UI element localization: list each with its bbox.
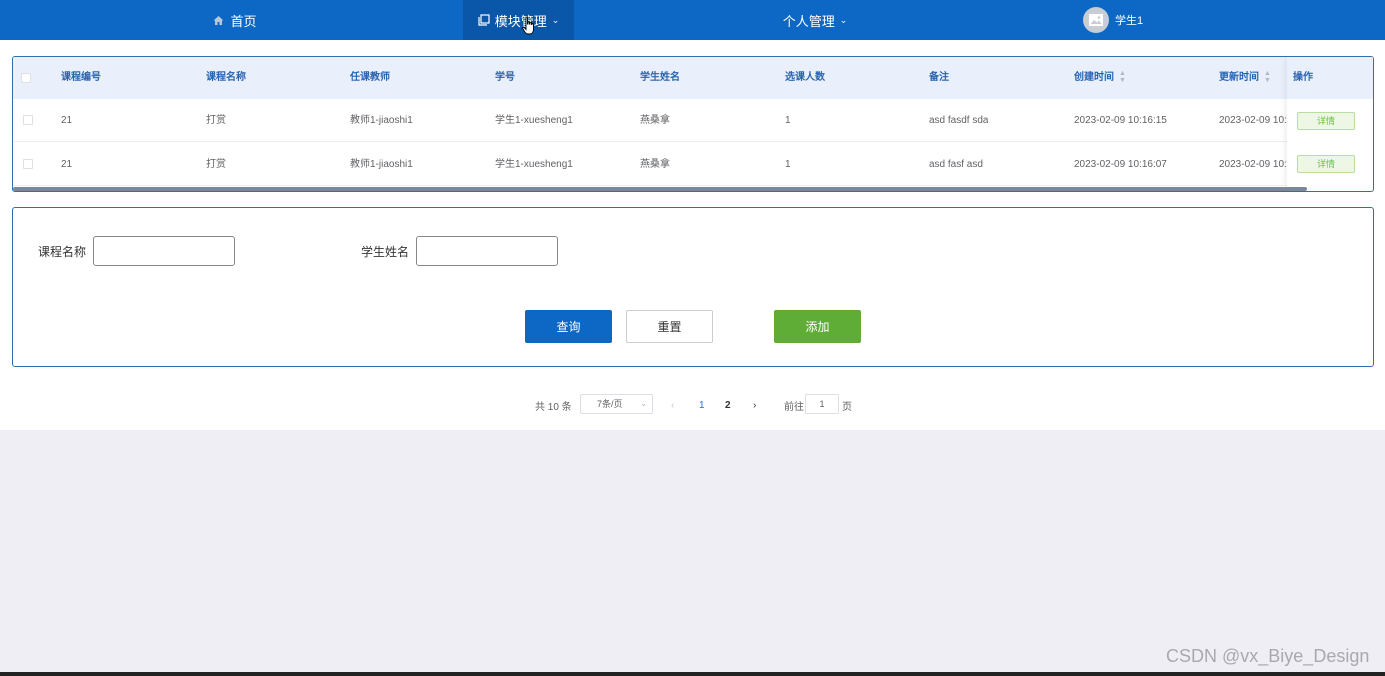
prev-page-icon[interactable]: ‹ [671, 395, 674, 415]
course-name-label: 课程名称 [38, 245, 87, 259]
sort-icon[interactable]: ▲ ▼ [1119, 70, 1126, 84]
header-actions: 操作 [1287, 57, 1373, 99]
student-name-label: 学生姓名 [361, 245, 410, 259]
cell-created: 2023-02-09 10:16:15 [1074, 115, 1167, 126]
home-icon [213, 15, 224, 26]
add-button[interactable]: 添加 [774, 310, 861, 343]
header-updated-time[interactable]: 更新时间 ▲ ▼ [1219, 57, 1271, 99]
header-course-name: 课程名称 [206, 72, 246, 83]
goto-page-input[interactable]: 1 [805, 394, 839, 414]
cell-count: 1 [785, 159, 791, 170]
course-name-input[interactable] [93, 236, 235, 266]
chevron-down-icon: ⌄ [640, 399, 647, 408]
bottom-border [0, 672, 1385, 676]
chevron-down-icon: ⌄ [839, 14, 848, 25]
goto-label: 前往 [784, 401, 804, 413]
detail-button[interactable]: 详情 [1297, 112, 1355, 130]
nav-home-label: 首页 [230, 13, 257, 29]
cell-student-name: 燕桑拿 [640, 115, 670, 126]
cell-student-no: 学生1-xuesheng1 [495, 159, 573, 170]
avatar [1083, 7, 1109, 33]
row-checkbox[interactable] [23, 115, 33, 125]
hand-cursor-icon [522, 16, 534, 35]
cell-student-no: 学生1-xuesheng1 [495, 115, 573, 126]
top-nav-bar: 首页 模块管理 ⌄ 个人管理 ⌄ 学生1 [0, 0, 1385, 40]
cell-updated: 2023-02-09 10: [1219, 115, 1287, 126]
student-name-input[interactable] [416, 236, 558, 266]
cell-remark: asd fasdf sda [929, 115, 989, 126]
row-checkbox[interactable] [23, 159, 33, 169]
cell-remark: asd fasf asd [929, 159, 983, 170]
fixed-actions-column: 操作 详情 详情 [1287, 57, 1373, 187]
detail-button[interactable]: 详情 [1297, 155, 1355, 173]
cell-count: 1 [785, 115, 791, 126]
cell-updated: 2023-02-09 10: [1219, 159, 1287, 170]
header-updated-label: 更新时间 [1219, 72, 1259, 83]
next-page-icon[interactable]: › [753, 395, 756, 415]
header-teacher: 任课教师 [350, 72, 390, 83]
header-remark: 备注 [929, 72, 949, 83]
cell-created: 2023-02-09 10:16:07 [1074, 159, 1167, 170]
user-name: 学生1 [1115, 15, 1144, 27]
nav-home[interactable]: 首页 [200, 0, 270, 40]
page-size-value: 7条/页 [597, 399, 623, 409]
page-number-2[interactable]: 2 [725, 395, 731, 415]
cell-course-id: 21 [61, 115, 73, 126]
header-course-id: 课程编号 [61, 72, 101, 83]
user-menu[interactable]: 学生1 [1083, 0, 1173, 40]
select-all-checkbox[interactable] [21, 73, 31, 83]
cell-student-name: 燕桑拿 [640, 159, 670, 170]
page-number-1[interactable]: 1 [699, 395, 705, 415]
sort-icon[interactable]: ▲ ▼ [1264, 70, 1271, 84]
cell-course-id: 21 [61, 159, 73, 170]
chevron-down-icon: ⌄ [551, 14, 560, 25]
table-row: 21 打赏 教师1-jiaoshi1 学生1-xuesheng1 燕桑拿 1 a… [13, 143, 1373, 186]
cell-teacher: 教师1-jiaoshi1 [350, 115, 413, 126]
image-placeholder-icon [1089, 14, 1103, 26]
header-count: 选课人数 [785, 72, 825, 83]
nav-personal-label: 个人管理 [782, 13, 835, 29]
cell-course-name: 打赏 [206, 115, 226, 126]
search-form [12, 207, 1374, 367]
horizontal-scrollbar[interactable] [13, 187, 1307, 191]
query-button[interactable]: 查询 [525, 310, 612, 343]
nav-module-label: 模块管理 [494, 13, 547, 29]
header-student-no: 学号 [495, 72, 515, 83]
header-created-time[interactable]: 创建时间 ▲ ▼ [1074, 57, 1126, 99]
course-selection-table: 课程编号 课程名称 任课教师 学号 学生姓名 选课人数 备注 创建时间 ▲ ▼ 更新… [12, 56, 1374, 192]
nav-module-management[interactable]: 模块管理 ⌄ [463, 0, 574, 40]
cell-teacher: 教师1-jiaoshi1 [350, 159, 413, 170]
header-created-label: 创建时间 [1074, 72, 1114, 83]
table-header: 课程编号 课程名称 任课教师 学号 学生姓名 选课人数 备注 创建时间 ▲ ▼ 更新… [13, 57, 1373, 99]
goto-unit: 页 [842, 401, 852, 413]
cell-course-name: 打赏 [206, 159, 226, 170]
table-row: 21 打赏 教师1-jiaoshi1 学生1-xuesheng1 燕桑拿 1 a… [13, 99, 1373, 142]
header-student-name: 学生姓名 [640, 72, 680, 83]
page-size-select[interactable]: 7条/页 ⌄ [580, 394, 653, 414]
pagination-total: 共 10 条 [535, 401, 572, 413]
reset-button[interactable]: 重置 [626, 310, 713, 343]
copy-icon [478, 14, 490, 26]
nav-personal-management[interactable]: 个人管理 ⌄ [770, 0, 860, 40]
watermark: CSDN @vx_Biye_Design [1166, 646, 1370, 666]
